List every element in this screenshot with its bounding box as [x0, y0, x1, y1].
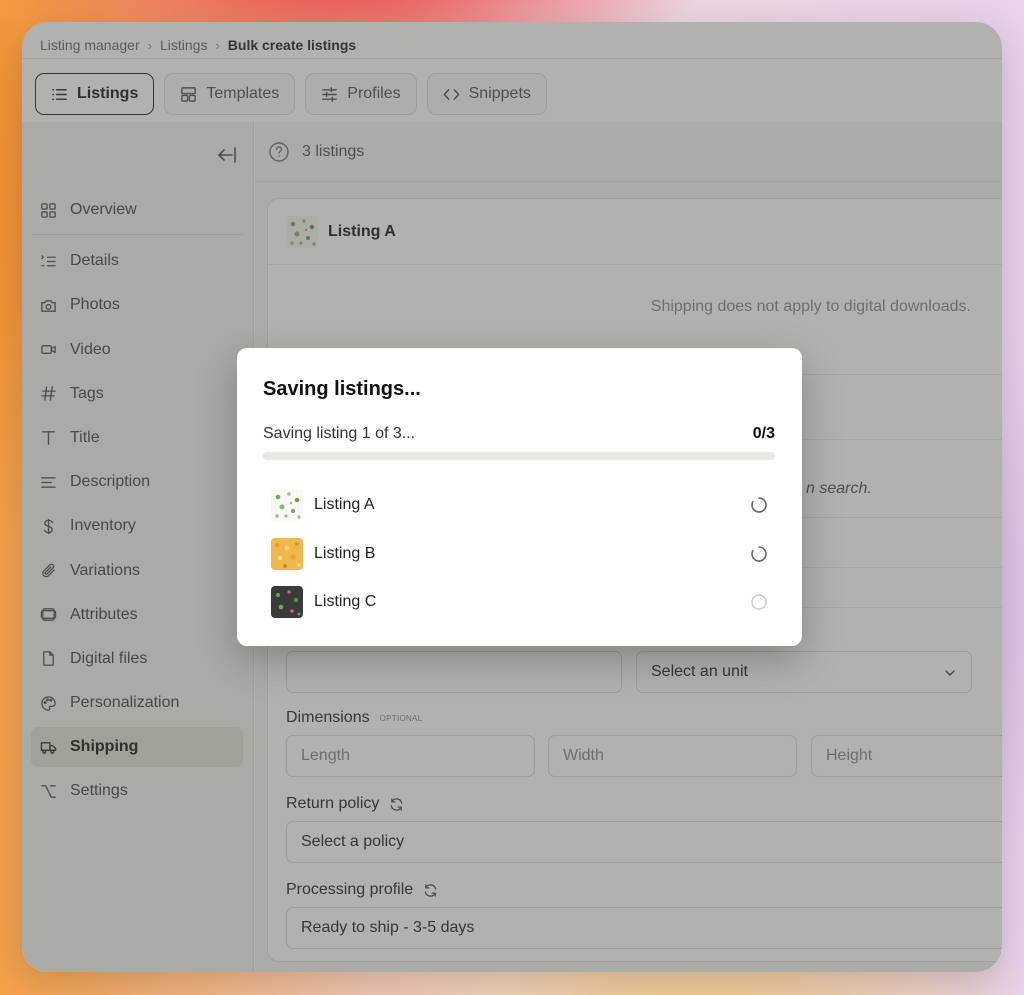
list-item-label: Listing B: [314, 544, 376, 562]
list-item-label: Listing C: [314, 593, 377, 611]
listing-a-thumbnail: [271, 489, 303, 522]
saving-list: Listing A Listing B Listing C: [271, 481, 768, 627]
saving-listings-dialog: Saving listings... Saving listing 1 of 3…: [237, 348, 802, 646]
list-item-label: Listing A: [314, 496, 375, 514]
progress-label: Saving listing 1 of 3...: [263, 425, 416, 442]
listing-c-thumbnail: [271, 586, 303, 619]
pending-circle-icon: [751, 594, 767, 610]
loading-spinner-icon: [751, 545, 767, 562]
dialog-title: Saving listings...: [263, 378, 421, 400]
progress-bar: [263, 452, 775, 460]
list-item: Listing B: [271, 530, 768, 579]
list-item: Listing A: [271, 481, 768, 530]
progress-count: 0/3: [752, 425, 775, 442]
listing-b-thumbnail: [271, 537, 303, 570]
loading-spinner-icon: [751, 497, 767, 513]
list-item: Listing C: [271, 578, 768, 627]
